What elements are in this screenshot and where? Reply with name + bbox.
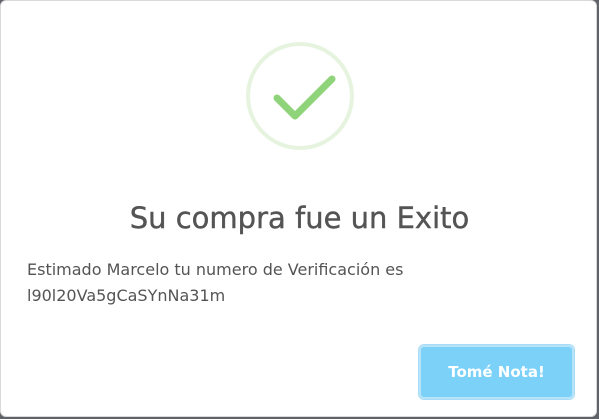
dialog-title: Su compra fue un Exito [129,201,470,235]
success-dialog: Su compra fue un Exito Estimado Marcelo … [0,0,597,417]
message-text: Estimado Marcelo tu numero de Verificaci… [27,260,404,279]
verification-code: l90l20Va5gCaSYnNa31m [27,286,226,305]
confirm-button[interactable]: Tomé Nota! [418,344,575,400]
dialog-message: Estimado Marcelo tu numero de Verificaci… [27,257,567,309]
success-checkmark-icon [246,42,354,150]
